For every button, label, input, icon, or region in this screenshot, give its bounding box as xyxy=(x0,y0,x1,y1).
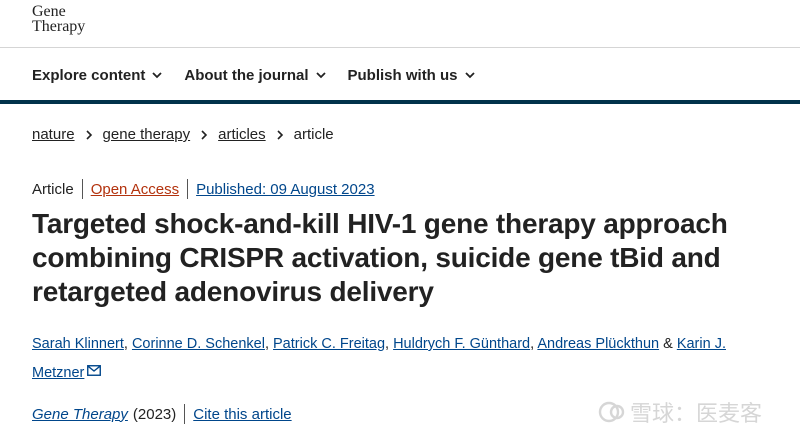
author-separator: , xyxy=(530,336,535,352)
breadcrumb-gene-therapy[interactable]: gene therapy xyxy=(103,126,191,143)
navbar-bottom-rule xyxy=(0,100,800,104)
author-separator: , xyxy=(264,336,269,352)
nav-publish-with-us[interactable]: Publish with us xyxy=(348,67,475,84)
watermark: 雪球：医麦客 xyxy=(598,396,762,428)
journal-logo[interactable]: Gene Therapy xyxy=(32,3,86,35)
breadcrumb: nature gene therapy articles article xyxy=(32,126,334,143)
snowball-logo-icon xyxy=(598,401,625,423)
chevron-right-icon xyxy=(201,129,208,140)
chevron-down-icon xyxy=(315,72,326,79)
author-separator: , xyxy=(385,336,390,352)
breadcrumb-current: article xyxy=(293,126,334,143)
chevron-right-icon xyxy=(277,129,283,140)
open-access-link[interactable]: Open Access xyxy=(91,181,179,198)
breadcrumb-nature[interactable]: nature xyxy=(32,126,75,143)
chevron-down-icon xyxy=(152,72,162,79)
citation-line: Gene Therapy (2023) Cite this article xyxy=(32,404,292,424)
article-meta: Article Open Access Published: 09 August… xyxy=(32,179,375,199)
meta-divider xyxy=(81,179,83,199)
article-title: Targeted shock-and-kill HIV-1 gene thera… xyxy=(32,208,728,307)
author-link[interactable]: Huldrych F. Günthard xyxy=(393,336,530,352)
nav-publish-with-us-label: Publish with us xyxy=(347,66,458,84)
journal-link[interactable]: Gene Therapy xyxy=(32,406,128,423)
author-separator: , xyxy=(123,336,128,352)
article-type: Article xyxy=(32,180,74,198)
citation-year: (2023) xyxy=(132,405,177,423)
author-list: Sarah Klinnert, Corinne D. Schenkel, Pat… xyxy=(32,330,772,388)
header-divider xyxy=(0,47,800,48)
watermark-text: 雪球：医麦客 xyxy=(630,401,763,426)
breadcrumb-articles[interactable]: articles xyxy=(218,126,266,143)
nav-explore-content-label: Explore content xyxy=(32,66,146,84)
logo-line-2: Therapy xyxy=(32,18,86,35)
nav-about-journal-label: About the journal xyxy=(184,66,309,84)
mail-icon[interactable] xyxy=(87,365,102,376)
published-date-link[interactable]: Published: 09 August 2023 xyxy=(196,181,374,198)
author-link[interactable]: Andreas Plückthun xyxy=(537,336,659,352)
author-last-separator: & xyxy=(663,336,673,352)
logo-line-1: Gene xyxy=(32,3,66,20)
author-link[interactable]: Corinne D. Schenkel xyxy=(132,336,265,352)
nav-about-journal[interactable]: About the journal xyxy=(184,66,326,84)
citation-divider xyxy=(184,404,186,424)
author-link[interactable]: Sarah Klinnert xyxy=(32,336,124,352)
nav-explore-content[interactable]: Explore content xyxy=(32,67,162,84)
chevron-down-icon xyxy=(464,72,475,79)
author-link[interactable]: Patrick C. Freitag xyxy=(273,336,385,352)
chevron-right-icon xyxy=(85,129,92,140)
meta-divider xyxy=(187,179,189,199)
cite-article-link[interactable]: Cite this article xyxy=(193,406,291,423)
main-nav: Explore content About the journal Publis… xyxy=(32,63,475,87)
